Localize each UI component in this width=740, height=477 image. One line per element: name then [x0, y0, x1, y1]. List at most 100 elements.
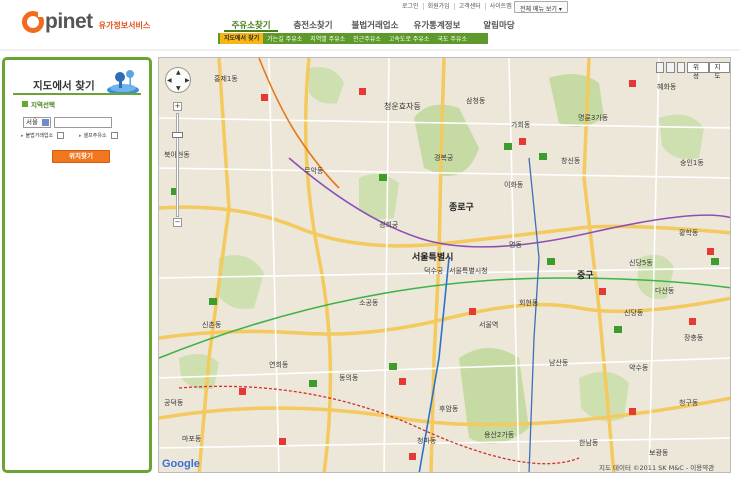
region-section-label: 지역선택 — [22, 99, 55, 109]
map-label: 무악동 — [304, 167, 324, 175]
map-label: 경희궁 — [379, 221, 399, 229]
zoom-slider-track[interactable] — [176, 113, 179, 217]
map-label: 다산동 — [655, 287, 675, 295]
map-label: 혜화동 — [657, 83, 677, 91]
map-label: 신당동 — [624, 309, 644, 317]
map-label: 창신동 — [561, 157, 581, 165]
layer-toggle-icon[interactable] — [666, 62, 675, 73]
pan-up-icon[interactable]: ▲ — [176, 69, 181, 76]
pan-left-icon[interactable]: ◀ — [167, 77, 172, 84]
map-label: 약수동 — [629, 364, 649, 372]
map-label: 홍제1동 — [214, 75, 238, 83]
bullet-arrow-icon: ▸ — [79, 132, 82, 139]
signup-link[interactable]: 회원가입 — [424, 3, 455, 10]
globe-illustration-icon — [107, 70, 139, 95]
logo-subtitle: 유가정보서비스 — [98, 20, 151, 30]
region-detail-input[interactable] — [54, 117, 112, 128]
map-label: 황학동 — [679, 229, 699, 237]
self-service-label: 셀프주유소 — [83, 133, 107, 139]
gnb-notice[interactable]: 알림마당 — [472, 17, 526, 32]
site-header: pinet 유가정보서비스 로그인 회원가입 고객센터 사이트맵 전체 메뉴 보… — [0, 0, 740, 52]
map-label: 후암동 — [439, 405, 459, 413]
subnav-national-road[interactable]: 국도 주유소 — [433, 34, 471, 43]
map-label: 회현동 — [519, 299, 539, 307]
zoom-out-button[interactable]: − — [173, 218, 182, 227]
subnav-region[interactable]: 지역별 주유소 — [306, 34, 349, 43]
map-label: 소공동 — [359, 299, 379, 307]
map-label: 청운효자동 — [384, 102, 421, 111]
sidebar-title: 지도에서 찾기 — [33, 80, 95, 92]
map-type-control: 위성 지도 — [656, 62, 730, 80]
utility-links: 로그인 회원가입 고객센터 사이트맵 — [398, 3, 516, 10]
pan-right-icon[interactable]: ▶ — [185, 77, 190, 84]
sitemap-link[interactable]: 사이트맵 — [486, 3, 516, 10]
opinet-logo[interactable]: pinet 유가정보서비스 — [22, 10, 150, 34]
map-label: 삼청동 — [466, 97, 486, 105]
map-type-map-button[interactable]: 지도 — [708, 62, 730, 80]
bullet-arrow-icon: ▸ — [21, 132, 24, 139]
map-label: 신촌동 — [202, 321, 222, 329]
map-label: 동의동 — [339, 374, 359, 382]
subnav-map-search[interactable]: 지도에서 찾기 — [220, 33, 264, 44]
map-copyright[interactable]: 지도 데이터 ©2011 SK M&C - 이용약관 — [599, 462, 714, 472]
header-divider — [0, 49, 740, 51]
map-view[interactable]: 홍제1동 혜화동 청운효자동 삼청동 명륜3가동 가회동 숭인1동 경복궁 창신… — [158, 57, 731, 473]
support-link[interactable]: 고객센터 — [455, 3, 486, 10]
subnav-highway[interactable]: 고속도로 주유소 — [385, 34, 434, 43]
map-label: 보광동 — [649, 449, 669, 457]
map-label: 장충동 — [684, 334, 704, 342]
google-logo[interactable]: Google — [162, 458, 200, 470]
subnav-nearby[interactable]: 인근주유소 — [349, 34, 385, 43]
layer-toggle-icon[interactable] — [676, 62, 686, 73]
map-label: 남산동 — [549, 359, 569, 367]
pan-control[interactable]: ▲ ◀ ▶ ▼ — [165, 67, 191, 93]
find-location-button[interactable]: 위치찾기 — [52, 150, 110, 163]
map-label: 서울특별시청 — [449, 267, 488, 275]
map-label: 서울역 — [479, 321, 499, 329]
map-label: 경복궁 — [434, 154, 454, 162]
layer-toggle-icon[interactable] — [656, 62, 665, 73]
map-label: 공덕동 — [164, 399, 184, 407]
map-label: 종로구 — [449, 203, 474, 213]
sub-nav: 지도에서 찾기 가는길 주유소 지역별 주유소 인근주유소 고속도로 주유소 국… — [218, 33, 488, 44]
illegal-business-checkbox[interactable] — [57, 132, 65, 139]
login-link[interactable]: 로그인 — [398, 3, 424, 10]
gnb-price-statistics[interactable]: 유가통계정보 — [410, 17, 464, 32]
google-logo-text: Google — [162, 458, 200, 470]
self-service-checkbox[interactable] — [110, 132, 118, 139]
subnav-route[interactable]: 가는길 주유소 — [263, 34, 306, 43]
logo-o-mark — [22, 11, 44, 33]
zoom-in-button[interactable]: + — [173, 102, 182, 111]
map-label: 한남동 — [579, 439, 599, 447]
gnb-charging-station[interactable]: 충전소찾기 — [286, 17, 340, 32]
map-label: 명륜3가동 — [578, 114, 609, 122]
map-label: 청파동 — [417, 437, 437, 445]
map-label: 중구 — [577, 271, 594, 281]
menu-all-label: 전체 메뉴 보기 — [520, 6, 557, 13]
map-label: 이화동 — [504, 181, 524, 189]
map-label: 마포동 — [182, 435, 202, 443]
map-label: 신당5동 — [629, 259, 653, 267]
gnb-gas-station[interactable]: 주유소찾기 — [224, 17, 278, 32]
search-sidebar: 지도에서 찾기 지역선택 서울 ▸ 불법거래업소 ▸ 셀프주유소 위치찾기 — [2, 57, 152, 473]
app-root: pinet 유가정보서비스 로그인 회원가입 고객센터 사이트맵 전체 메뉴 보… — [0, 0, 740, 477]
logo-text: pinet — [45, 10, 93, 33]
pan-down-icon[interactable]: ▼ — [176, 85, 181, 92]
map-label: 숭인1동 — [680, 159, 704, 167]
illegal-business-label: 불법거래업소 — [25, 133, 54, 139]
map-label: 가회동 — [511, 121, 531, 129]
map-label: 덕수궁 — [424, 267, 444, 275]
map-label: 명동 — [509, 241, 522, 249]
self-service-checkbox-row: ▸ 셀프주유소 — [79, 132, 118, 139]
map-label: 청구동 — [679, 399, 699, 407]
map-label: 연희동 — [269, 361, 289, 369]
illegal-business-checkbox-row: ▸ 불법거래업소 — [21, 132, 65, 139]
map-label: 서울특별시 — [412, 253, 454, 263]
gnb-illegal-business[interactable]: 불법거래업소 — [348, 17, 402, 32]
sidebar-title-underline — [13, 93, 141, 95]
menu-all-button[interactable]: 전체 메뉴 보기 ▾ — [514, 1, 568, 13]
region-select[interactable]: 서울 — [23, 117, 51, 128]
map-type-satellite-button[interactable]: 위성 — [687, 62, 709, 80]
zoom-slider-thumb[interactable] — [172, 132, 183, 138]
map-label: 용산2가동 — [484, 431, 515, 439]
